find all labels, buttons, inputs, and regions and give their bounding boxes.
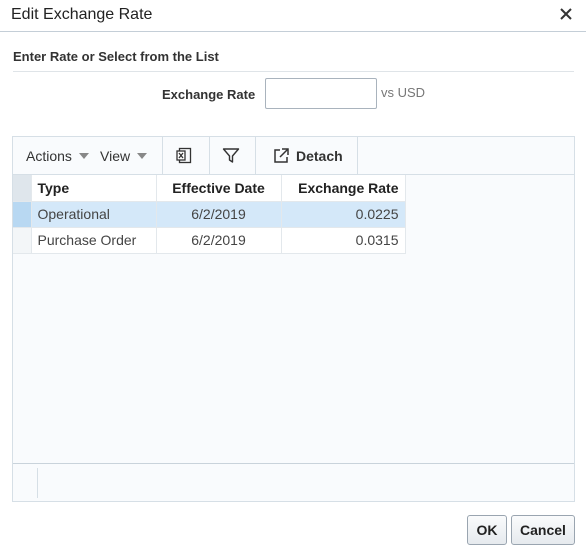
ok-button[interactable]: OK (467, 515, 507, 545)
column-header-type[interactable]: Type (31, 175, 157, 202)
exchange-rates-table: Type Effective Date Exchange Rate Operat… (13, 175, 406, 254)
column-header-effective-date[interactable]: Effective Date (156, 175, 282, 202)
cell-effective-date: 6/2/2019 (156, 227, 282, 254)
toolbar-divider (209, 137, 210, 175)
dialog-title: Edit Exchange Rate (11, 6, 153, 23)
export-button[interactable] (176, 137, 196, 174)
detach-label: Detach (296, 147, 343, 164)
rates-table-panel: Actions View Detach Type Effective Date … (12, 136, 575, 502)
close-icon[interactable] (558, 6, 574, 22)
chevron-down-icon (78, 152, 89, 159)
column-header-exchange-rate[interactable]: Exchange Rate (281, 175, 406, 202)
section-title: Enter Rate or Select from the List (13, 49, 219, 64)
actions-menu[interactable]: Actions (26, 137, 89, 174)
cell-exchange-rate: 0.0315 (281, 227, 406, 254)
detach-icon (274, 148, 289, 163)
chevron-down-icon (137, 152, 148, 159)
table-row[interactable]: Operational 6/2/2019 0.0225 (13, 201, 406, 228)
export-excel-icon (176, 147, 192, 164)
table-toolbar: Actions View Detach (13, 137, 574, 175)
detach-button[interactable]: Detach (273, 137, 343, 174)
table-row[interactable]: Purchase Order 6/2/2019 0.0315 (13, 227, 406, 254)
cell-effective-date: 6/2/2019 (156, 201, 282, 228)
row-selector-header (13, 175, 32, 202)
filter-icon (222, 148, 240, 163)
row-selector[interactable] (13, 201, 32, 228)
view-menu[interactable]: View (100, 137, 148, 174)
table-footer (13, 463, 574, 501)
currency-suffix: vs USD (381, 85, 426, 100)
filter-button[interactable] (222, 137, 242, 174)
footer-divider (37, 468, 38, 498)
exchange-rate-input[interactable] (265, 78, 377, 109)
dialog-titlebar: Edit Exchange Rate (0, 0, 586, 32)
table-header-row: Type Effective Date Exchange Rate (13, 175, 406, 202)
actions-menu-label: Actions (26, 147, 72, 164)
edit-exchange-rate-dialog: Edit Exchange Rate Enter Rate or Select … (0, 0, 586, 557)
row-selector[interactable] (13, 227, 32, 254)
toolbar-divider (162, 137, 163, 175)
cancel-button[interactable]: Cancel (511, 515, 575, 545)
cell-type: Operational (31, 201, 157, 228)
section-divider (13, 71, 574, 72)
view-menu-label: View (100, 147, 131, 164)
exchange-rate-label: Exchange Rate (162, 87, 256, 102)
toolbar-divider (357, 137, 358, 175)
cell-type: Purchase Order (31, 227, 157, 254)
cell-exchange-rate: 0.0225 (281, 201, 406, 228)
toolbar-divider (255, 137, 256, 175)
